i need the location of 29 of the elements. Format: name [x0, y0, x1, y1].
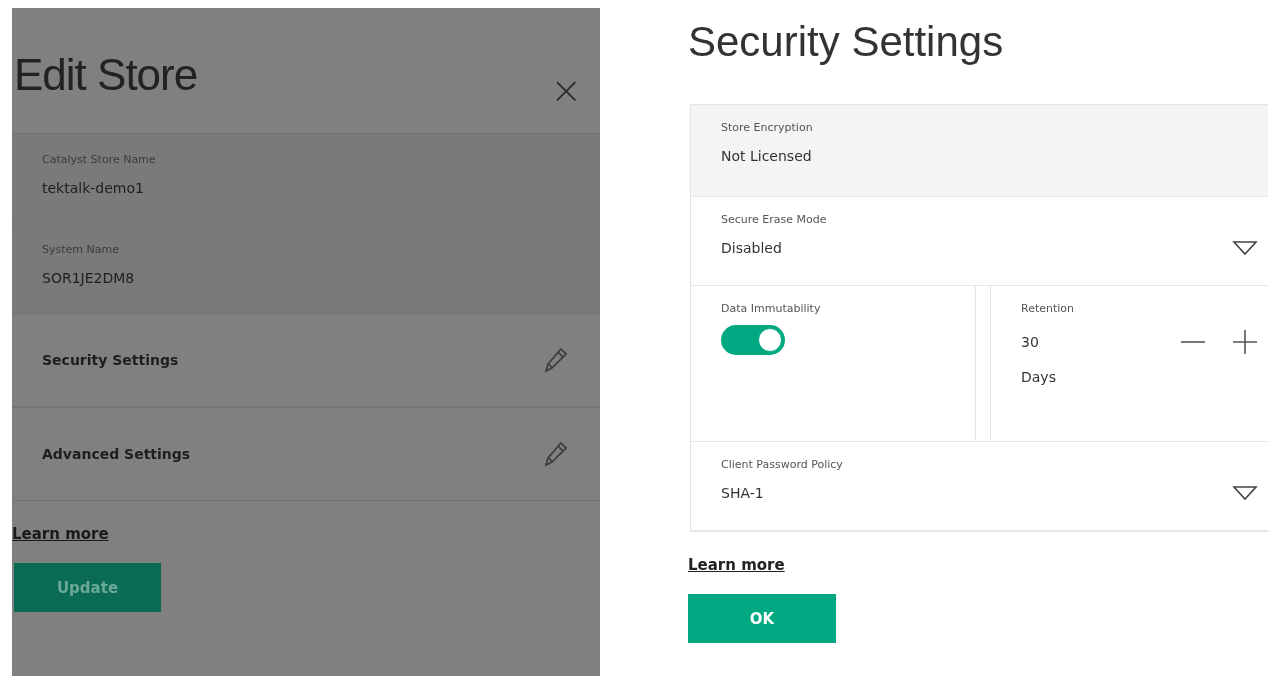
panel-title: Edit Store: [14, 50, 198, 100]
unit-label: Days: [1021, 369, 1057, 385]
section-label: Security Settings: [42, 352, 179, 368]
ok-button[interactable]: OK: [688, 594, 836, 643]
field-value: 30: [1021, 334, 1040, 350]
field-label: Client Password Policy: [721, 458, 844, 471]
learn-more-link[interactable]: Learn more: [12, 525, 109, 543]
edit-icon[interactable]: [544, 441, 568, 467]
caret-icon: [1232, 485, 1258, 501]
learn-more-link[interactable]: Learn more: [688, 556, 785, 574]
caret-icon: [1232, 240, 1258, 256]
field-label: Store Encryption: [721, 121, 814, 134]
field-label: Catalyst Store Name: [42, 153, 157, 166]
plus-icon[interactable]: [1232, 329, 1258, 355]
update-button[interactable]: Update: [14, 563, 161, 612]
toggle-switch[interactable]: [721, 325, 785, 355]
field-value: tektalk-demo1: [42, 180, 145, 196]
field-label: Retention: [1021, 302, 1076, 315]
field-label: System Name: [42, 243, 120, 256]
dropdown[interactable]: Disabled: [721, 240, 1258, 256]
section-label: Advanced Settings: [42, 446, 191, 462]
field-label: Data Immutability: [721, 302, 822, 315]
field-value: SOR1JE2DM8: [42, 270, 136, 286]
dropdown[interactable]: SHA-1: [721, 485, 1258, 501]
close-button[interactable]: ×: [550, 71, 582, 109]
edit-icon[interactable]: [544, 347, 568, 373]
field-label: Secure Erase Mode: [721, 213, 828, 226]
field-value: Not Licensed: [721, 148, 813, 164]
dialog-title: Security Settings: [688, 18, 1005, 67]
